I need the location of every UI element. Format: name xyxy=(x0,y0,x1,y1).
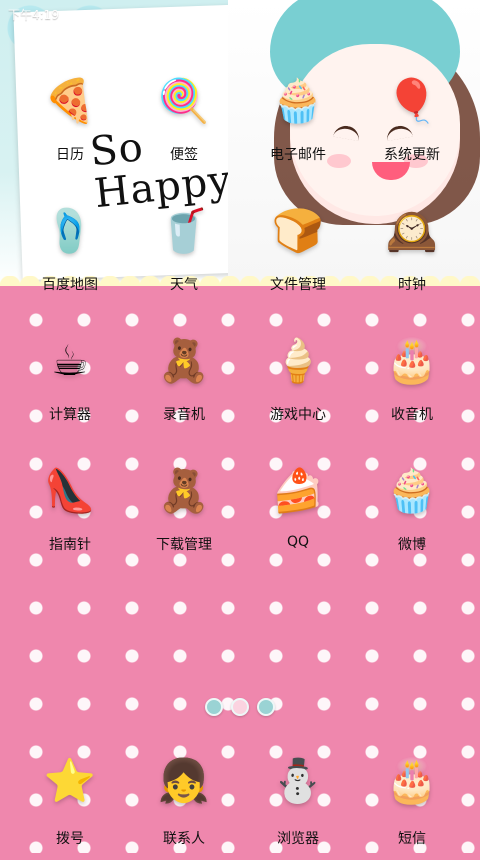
app-baidu-maps[interactable]: 🩴 百度地图 xyxy=(10,200,130,310)
teddy-bear-icon: 🧸 xyxy=(157,336,211,385)
strawberry-cake-slice-icon: 🍰 xyxy=(271,466,325,515)
app-label: 下载管理 xyxy=(156,537,212,553)
dock-app-messages[interactable]: 🎂 短信 xyxy=(352,750,472,860)
dock-app-dialer[interactable]: ⭐ 拨号 xyxy=(10,750,130,860)
toast-icon: 🍞 xyxy=(271,206,325,255)
app-label: 收音机 xyxy=(391,407,433,423)
pizza-icon: 🍕 xyxy=(43,76,97,125)
app-qq[interactable]: 🍰 QQ xyxy=(238,460,358,570)
cupcake-icon: 🧁 xyxy=(385,466,439,515)
app-calculator[interactable]: ☕ 计算器 xyxy=(10,330,130,440)
app-system-update[interactable]: 🎈 系统更新 xyxy=(352,70,472,180)
ice-cream-cone-icon: 🍦 xyxy=(271,336,325,385)
app-label: QQ xyxy=(286,534,310,550)
app-label: 指南针 xyxy=(49,537,91,553)
app-radio[interactable]: 🎂 收音机 xyxy=(352,330,472,440)
app-download-manager[interactable]: 🧸 下载管理 xyxy=(124,460,244,570)
app-file-manager[interactable]: 🍞 文件管理 xyxy=(238,200,358,310)
status-bar-time: 下午4:19 xyxy=(8,8,59,22)
cake-icon: 🎂 xyxy=(385,756,439,805)
teddy-bear-icon: 🧸 xyxy=(157,466,211,515)
app-label: 拨号 xyxy=(56,831,84,847)
clock-icon: 🕰️ xyxy=(385,206,439,255)
app-game-center[interactable]: 🍦 游戏中心 xyxy=(238,330,358,440)
app-compass[interactable]: 👠 指南针 xyxy=(10,460,130,570)
cake-icon: 🎂 xyxy=(385,336,439,385)
tea-cup-icon: ☕ xyxy=(51,336,89,385)
high-heel-icon: 👠 xyxy=(43,466,97,515)
app-weather[interactable]: 🥤 天气 xyxy=(124,200,244,310)
app-label: 浏览器 xyxy=(277,831,319,847)
page-dot-1[interactable] xyxy=(205,698,223,716)
balloons-icon: 🎈 xyxy=(385,76,439,125)
page-indicator xyxy=(0,698,480,716)
app-label: 时钟 xyxy=(398,277,426,293)
app-label: 系统更新 xyxy=(384,147,440,163)
app-clock[interactable]: 🕰️ 时钟 xyxy=(352,200,472,310)
iced-drink-icon: 🥤 xyxy=(157,206,211,255)
app-label: 微博 xyxy=(398,537,426,553)
app-label: 文件管理 xyxy=(270,277,326,293)
doll-face-icon: 👧 xyxy=(157,756,211,805)
app-label: 天气 xyxy=(170,277,198,293)
app-notes[interactable]: 🍭 便签 xyxy=(124,70,244,180)
app-label: 日历 xyxy=(56,147,84,163)
app-weibo[interactable]: 🧁 微博 xyxy=(352,460,472,570)
app-label: 联系人 xyxy=(163,831,205,847)
lollipop-icon: 🍭 xyxy=(157,76,211,125)
app-label: 计算器 xyxy=(49,407,91,423)
app-label: 便签 xyxy=(170,147,198,163)
star-icon: ⭐ xyxy=(43,756,97,805)
dock-app-browser[interactable]: ⛄ 浏览器 xyxy=(238,750,358,860)
page-dot-2[interactable] xyxy=(231,698,249,716)
snowman-icon: ⛄ xyxy=(271,756,325,805)
app-label: 游戏中心 xyxy=(270,407,326,423)
flip-flops-icon: 🩴 xyxy=(43,206,97,255)
dock-app-contacts[interactable]: 👧 联系人 xyxy=(124,750,244,860)
cupcake-icon: 🧁 xyxy=(271,76,325,125)
app-recorder[interactable]: 🧸 录音机 xyxy=(124,330,244,440)
page-dot-3[interactable] xyxy=(257,698,275,716)
app-label: 百度地图 xyxy=(42,277,98,293)
app-label: 电子邮件 xyxy=(270,147,326,163)
app-label: 录音机 xyxy=(163,407,205,423)
app-email[interactable]: 🧁 电子邮件 xyxy=(238,70,358,180)
app-calendar[interactable]: 🍕 日历 xyxy=(10,70,130,180)
app-label: 短信 xyxy=(398,831,426,847)
